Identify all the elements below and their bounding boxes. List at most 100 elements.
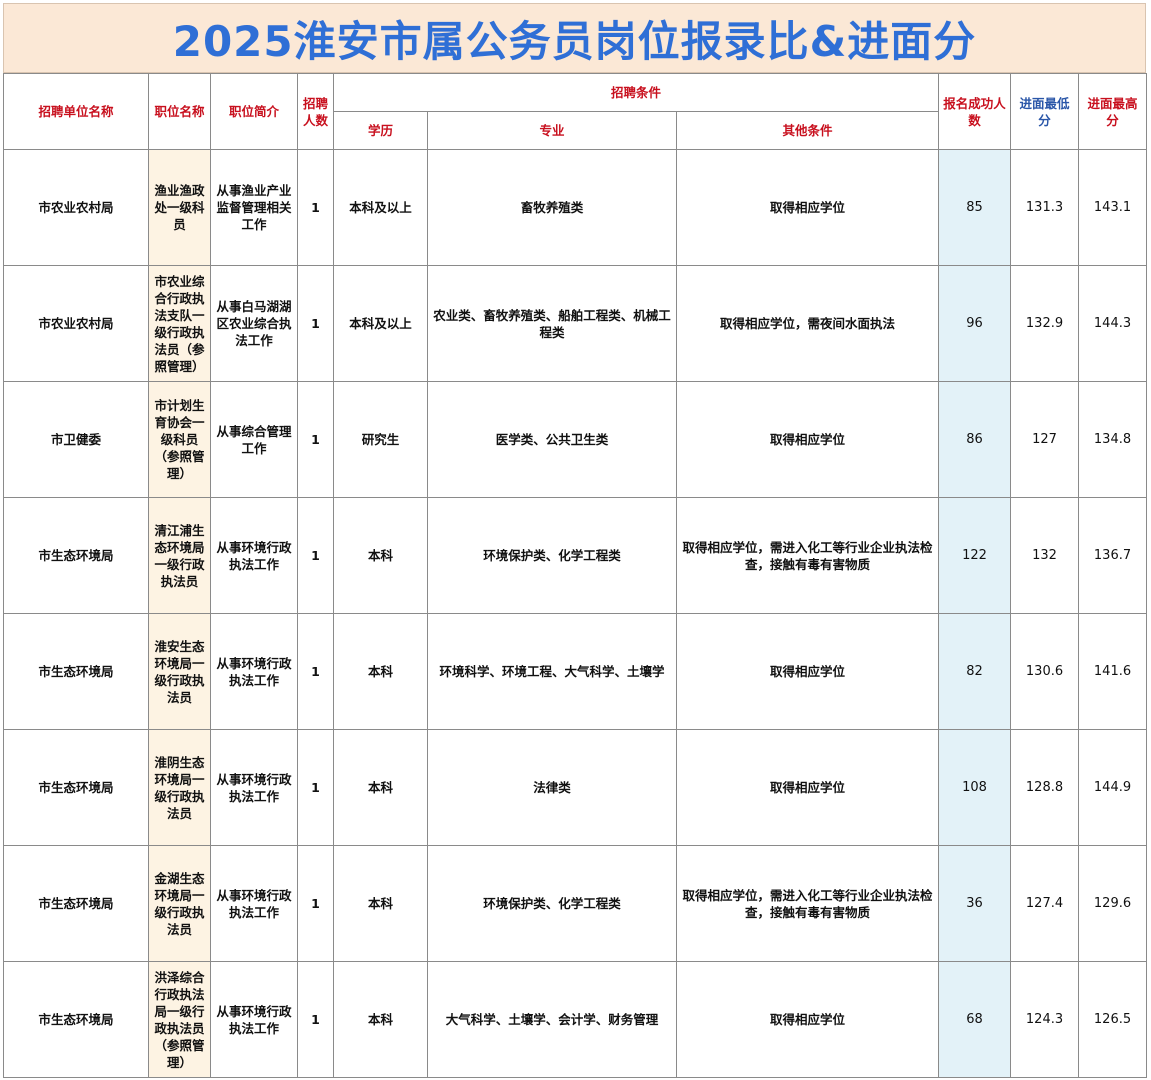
cell-other: 取得相应学位，需进入化工等行业企业执法检查，接触有毒有害物质 bbox=[675, 845, 940, 962]
header-applicants: 报名成功人数 bbox=[938, 73, 1012, 150]
cell-applicants: 96 bbox=[938, 265, 1012, 382]
cell-intro: 从事环境行政执法工作 bbox=[210, 845, 298, 962]
header-conditions: 招聘条件 bbox=[332, 73, 940, 112]
cell-intro: 从事环境行政执法工作 bbox=[210, 497, 298, 614]
cell-other: 取得相应学位 bbox=[675, 961, 940, 1078]
cell-position: 市计划生育协会一级科员（参照管理） bbox=[148, 381, 211, 498]
cell-count: 1 bbox=[297, 497, 334, 614]
cell-applicants: 85 bbox=[938, 149, 1012, 266]
header-count: 招聘人数 bbox=[297, 73, 334, 150]
table-row: 市生态环境局 洪泽综合行政执法局一级行政执法员（参照管理） 从事环境行政执法工作… bbox=[3, 961, 1148, 1078]
cell-position: 市农业综合行政执法支队一级行政执法员（参照管理） bbox=[148, 265, 211, 382]
cell-major: 医学类、公共卫生类 bbox=[427, 381, 677, 498]
cell-unit: 市农业农村局 bbox=[3, 149, 149, 266]
cell-major: 环境保护类、化学工程类 bbox=[427, 845, 677, 962]
cell-position: 淮安生态环境局一级行政执法员 bbox=[148, 613, 211, 730]
cell-major: 农业类、畜牧养殖类、船舶工程类、机械工程类 bbox=[427, 265, 677, 382]
cell-position: 淮阴生态环境局一级行政执法员 bbox=[148, 729, 211, 846]
cell-max-score: 126.5 bbox=[1078, 961, 1148, 1078]
cell-intro: 从事环境行政执法工作 bbox=[210, 613, 298, 730]
cell-min-score: 127 bbox=[1010, 381, 1080, 498]
cell-major: 大气科学、土壤学、会计学、财务管理 bbox=[427, 961, 677, 1078]
cell-other: 取得相应学位 bbox=[675, 729, 940, 846]
title-banner: 2025淮安市属公务员岗位报录比&进面分 bbox=[3, 3, 1146, 73]
cell-major: 环境保护类、化学工程类 bbox=[427, 497, 677, 614]
header-other: 其他条件 bbox=[675, 111, 940, 150]
cell-unit: 市生态环境局 bbox=[3, 729, 149, 846]
table-row: 市农业农村局 渔业渔政处一级科员 从事渔业产业监督管理相关工作 1 本科及以上 … bbox=[3, 149, 1148, 266]
cell-applicants: 86 bbox=[938, 381, 1012, 498]
cell-applicants: 68 bbox=[938, 961, 1012, 1078]
cell-max-score: 129.6 bbox=[1078, 845, 1148, 962]
cell-min-score: 131.3 bbox=[1010, 149, 1080, 266]
cell-count: 1 bbox=[297, 845, 334, 962]
cell-intro: 从事综合管理工作 bbox=[210, 381, 298, 498]
header-unit: 招聘单位名称 bbox=[3, 73, 149, 150]
cell-count: 1 bbox=[297, 265, 334, 382]
cell-max-score: 141.6 bbox=[1078, 613, 1148, 730]
cell-position: 渔业渔政处一级科员 bbox=[148, 149, 211, 266]
cell-applicants: 122 bbox=[938, 497, 1012, 614]
cell-other: 取得相应学位 bbox=[675, 381, 940, 498]
header-education: 学历 bbox=[333, 111, 428, 150]
cell-applicants: 82 bbox=[938, 613, 1012, 730]
cell-education: 本科及以上 bbox=[333, 265, 428, 382]
cell-other: 取得相应学位，需夜间水面执法 bbox=[675, 265, 940, 382]
cell-min-score: 128.8 bbox=[1010, 729, 1080, 846]
table-row: 市农业农村局 市农业综合行政执法支队一级行政执法员（参照管理） 从事白马湖湖区农… bbox=[3, 265, 1148, 382]
cell-other: 取得相应学位，需进入化工等行业企业执法检查，接触有毒有害物质 bbox=[675, 497, 940, 614]
cell-education: 本科 bbox=[333, 729, 428, 846]
cell-major: 畜牧养殖类 bbox=[427, 149, 677, 266]
cell-unit: 市农业农村局 bbox=[3, 265, 149, 382]
cell-min-score: 130.6 bbox=[1010, 613, 1080, 730]
cell-other: 取得相应学位 bbox=[675, 613, 940, 730]
header-major: 专业 bbox=[427, 111, 677, 150]
cell-intro: 从事白马湖湖区农业综合执法工作 bbox=[210, 265, 298, 382]
cell-applicants: 36 bbox=[938, 845, 1012, 962]
cell-education: 本科 bbox=[333, 613, 428, 730]
cell-unit: 市生态环境局 bbox=[3, 961, 149, 1078]
cell-max-score: 144.9 bbox=[1078, 729, 1148, 846]
cell-min-score: 132.9 bbox=[1010, 265, 1080, 382]
cell-education: 本科 bbox=[333, 497, 428, 614]
cell-min-score: 132 bbox=[1010, 497, 1080, 614]
cell-count: 1 bbox=[297, 381, 334, 498]
cell-major: 环境科学、环境工程、大气科学、土壤学 bbox=[427, 613, 677, 730]
page-title: 2025淮安市属公务员岗位报录比&进面分 bbox=[172, 16, 977, 66]
cell-education: 研究生 bbox=[333, 381, 428, 498]
cell-position: 清江浦生态环境局一级行政执法员 bbox=[148, 497, 211, 614]
header-max-score: 进面最高分 bbox=[1078, 73, 1148, 150]
table-row: 市生态环境局 淮阴生态环境局一级行政执法员 从事环境行政执法工作 1 本科 法律… bbox=[3, 729, 1148, 846]
cell-max-score: 134.8 bbox=[1078, 381, 1148, 498]
cell-unit: 市生态环境局 bbox=[3, 613, 149, 730]
header-min-score: 进面最低分 bbox=[1010, 73, 1080, 150]
cell-intro: 从事环境行政执法工作 bbox=[210, 729, 298, 846]
cell-other: 取得相应学位 bbox=[675, 149, 940, 266]
cell-major: 法律类 bbox=[427, 729, 677, 846]
cell-max-score: 136.7 bbox=[1078, 497, 1148, 614]
cell-min-score: 127.4 bbox=[1010, 845, 1080, 962]
table-row: 市生态环境局 清江浦生态环境局一级行政执法员 从事环境行政执法工作 1 本科 环… bbox=[3, 497, 1148, 614]
page: 2025淮安市属公务员岗位报录比&进面分 招聘单位名称 职位名称 职位简介 招聘… bbox=[0, 0, 1151, 1080]
cell-position: 洪泽综合行政执法局一级行政执法员（参照管理） bbox=[148, 961, 211, 1078]
header-intro: 职位简介 bbox=[210, 73, 298, 150]
cell-max-score: 143.1 bbox=[1078, 149, 1148, 266]
cell-unit: 市生态环境局 bbox=[3, 845, 149, 962]
cell-count: 1 bbox=[297, 613, 334, 730]
cell-unit: 市卫健委 bbox=[3, 381, 149, 498]
table-row: 市卫健委 市计划生育协会一级科员（参照管理） 从事综合管理工作 1 研究生 医学… bbox=[3, 381, 1148, 498]
cell-education: 本科 bbox=[333, 845, 428, 962]
cell-min-score: 124.3 bbox=[1010, 961, 1080, 1078]
header-position: 职位名称 bbox=[148, 73, 211, 150]
table-row: 市生态环境局 淮安生态环境局一级行政执法员 从事环境行政执法工作 1 本科 环境… bbox=[3, 613, 1148, 730]
cell-unit: 市生态环境局 bbox=[3, 497, 149, 614]
cell-intro: 从事环境行政执法工作 bbox=[210, 961, 298, 1078]
cell-applicants: 108 bbox=[938, 729, 1012, 846]
cell-count: 1 bbox=[297, 961, 334, 1078]
table-row: 市生态环境局 金湖生态环境局一级行政执法员 从事环境行政执法工作 1 本科 环境… bbox=[3, 845, 1148, 962]
cell-intro: 从事渔业产业监督管理相关工作 bbox=[210, 149, 298, 266]
cell-education: 本科及以上 bbox=[333, 149, 428, 266]
recruitment-table: 招聘单位名称 职位名称 职位简介 招聘人数 招聘条件 报名成功人数 进面最低分 … bbox=[3, 73, 1148, 1078]
cell-max-score: 144.3 bbox=[1078, 265, 1148, 382]
cell-count: 1 bbox=[297, 729, 334, 846]
